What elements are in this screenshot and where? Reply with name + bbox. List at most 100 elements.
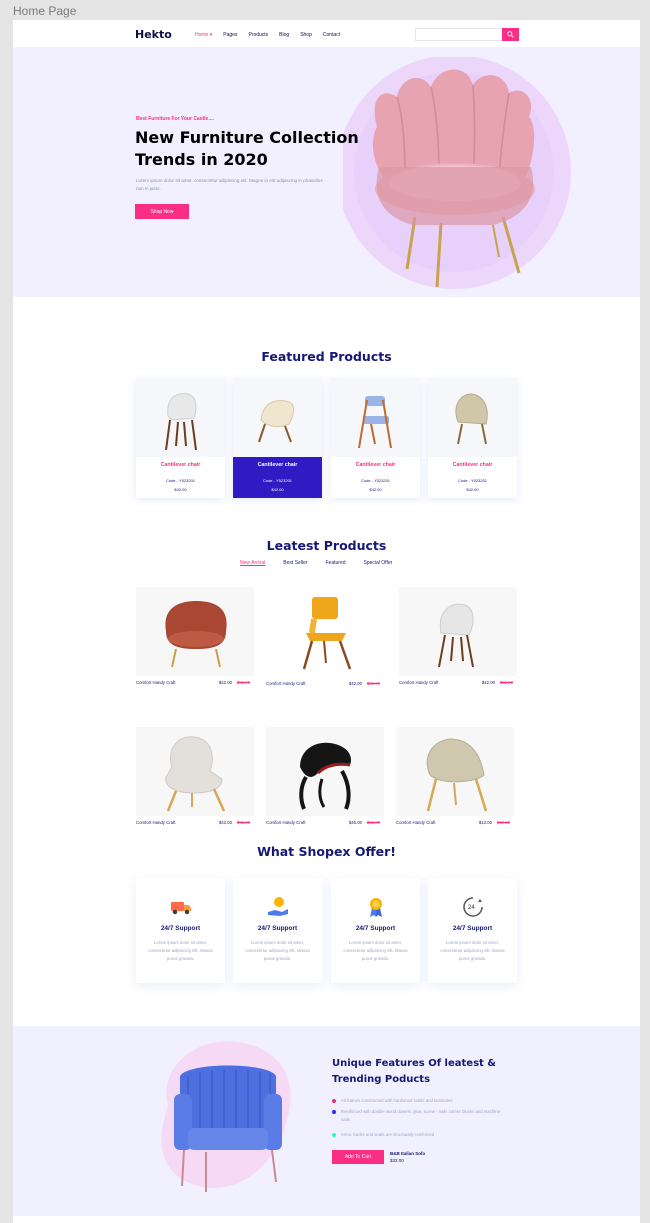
nav-products[interactable]: Products	[248, 32, 268, 38]
search-input[interactable]	[415, 28, 503, 41]
product-image	[266, 727, 384, 816]
tab-featured[interactable]: Featured	[325, 560, 345, 566]
product-old-price: $65.00	[236, 820, 250, 825]
latest-heading: Leatest Products	[266, 538, 387, 553]
product-price: $42.00	[271, 487, 284, 492]
search-icon	[507, 31, 514, 38]
bullet-dot	[332, 1133, 336, 1137]
product-price: $42.00	[466, 487, 479, 492]
product-price: $13.00	[478, 820, 492, 825]
unique-features-section: Unique Features Of leatest & Trending Po…	[13, 1026, 640, 1216]
product-image	[136, 587, 254, 676]
product-old-price: $65.00	[366, 820, 380, 825]
offer-heading: What Shopex Offer!	[257, 844, 396, 859]
featured-card[interactable]: Cantilever chair Code - Y523201 $42.00	[331, 378, 420, 498]
product-image	[428, 378, 517, 457]
product-code: Code - Y523201	[262, 478, 293, 483]
product-old-price: $40.00	[496, 820, 510, 825]
product-code: Code - Y523201	[457, 478, 488, 483]
offer-title: 24/7 Support	[452, 925, 493, 932]
hero-banner: Best Furniture For Your Castle.... New F…	[13, 47, 640, 297]
feature-item: Arms, backs and seats are structurally r…	[332, 1131, 502, 1139]
offer-title: 24/7 Support	[257, 925, 298, 932]
product-price: $42.00	[348, 681, 362, 686]
frame-title: Home Page	[13, 4, 77, 18]
product-image	[331, 378, 420, 457]
tab-new-arrival[interactable]: New Arrival	[240, 560, 265, 566]
latest-product-card[interactable]: Comfort Handy Craft $42.00 $65.00	[136, 727, 254, 827]
hero-title: New Furniture Collection Trends in 2020	[135, 128, 359, 169]
product-price: $42.00	[218, 680, 232, 685]
offer-text: Lorem ipsum dolor sit amet, consectetur …	[148, 940, 213, 961]
product-name[interactable]: Comfort Handy Craft	[266, 820, 305, 825]
search-button[interactable]	[502, 28, 519, 41]
cashback-hand-icon	[268, 897, 288, 916]
product-name[interactable]: Cantilever chair	[428, 462, 517, 468]
feature-item: All frames constructed with hardwood sol…	[332, 1097, 502, 1105]
featured-product-price: $32.00	[390, 1158, 404, 1163]
offer-card: 24/7 Support Lorem ipsum dolor sit amet,…	[331, 878, 420, 983]
offer-text: Lorem ipsum dolor sit amet, consectetur …	[440, 940, 505, 961]
offer-card: 24 24/7 Support Lorem ipsum dolor sit am…	[428, 878, 517, 983]
logo[interactable]: Hekto	[135, 28, 172, 41]
bullet-dot	[332, 1110, 336, 1114]
shop-now-button[interactable]: Shop Now	[135, 204, 189, 219]
premium-quality-badge-icon	[370, 898, 382, 917]
nav-contact[interactable]: Contact	[323, 32, 340, 38]
home-page: Hekto Home ▾ Pages Products Blog Shop Co…	[13, 20, 640, 1223]
product-image	[396, 727, 514, 816]
latest-product-card[interactable]: Comfort Handy Craft $42.00 $65.00	[266, 587, 384, 687]
product-old-price: $65.00	[236, 680, 250, 685]
product-name[interactable]: Comfort Handy Craft	[266, 681, 305, 686]
nav-pages[interactable]: Pages	[223, 32, 237, 38]
offer-card: 24/7 Support Lorem ipsum dolor sit amet,…	[233, 878, 322, 983]
featured-heading: Featured Products	[261, 349, 392, 364]
product-name[interactable]: Comfort Handy Craft	[136, 680, 175, 685]
product-image	[266, 587, 384, 676]
product-code: Code - Y523201	[165, 478, 196, 483]
nav-blog[interactable]: Blog	[279, 32, 289, 38]
hero-tagline: Best Furniture For Your Castle....	[136, 116, 214, 122]
product-name[interactable]: Cantilever chair	[331, 462, 420, 468]
feature-item: Reinforced with double wood dowels, glue…	[332, 1108, 502, 1124]
latest-tabs: New Arrival Best Seller Featured Special…	[240, 560, 392, 566]
tab-special-offer[interactable]: Special Offer	[364, 560, 393, 566]
hero-chair-image	[343, 57, 571, 289]
offer-title: 24/7 Support	[160, 925, 201, 932]
product-price: $45.00	[348, 820, 362, 825]
product-name[interactable]: Cantilever chair	[233, 462, 322, 468]
product-name[interactable]: Comfort Handy Craft	[399, 680, 438, 685]
latest-product-card[interactable]: Comfort Handy Craft $42.00 $65.00	[399, 587, 517, 687]
latest-product-card[interactable]: Comfort Handy Craft $13.00 $40.00	[396, 727, 514, 827]
offer-text: Lorem ipsum dolor sit amet, consectetur …	[245, 940, 310, 961]
offer-card: 24/7 Support Lorem ipsum dolor sit amet,…	[136, 878, 225, 983]
featured-card[interactable]: Cantilever chair Code - Y523201 $42.00	[233, 378, 322, 498]
offer-title: 24/7 Support	[355, 925, 396, 932]
product-name[interactable]: Comfort Handy Craft	[396, 820, 435, 825]
product-price: $42.00	[174, 487, 187, 492]
latest-product-card[interactable]: Comfort Handy Craft $45.00 $65.00	[266, 727, 384, 827]
product-price: $42.00	[369, 487, 382, 492]
nav-shop[interactable]: Shop	[300, 32, 312, 38]
tab-best-seller[interactable]: Best Seller	[283, 560, 307, 566]
unique-features-title: Unique Features Of leatest & Trending Po…	[332, 1058, 496, 1085]
product-old-price: $65.00	[499, 680, 513, 685]
nav-home[interactable]: Home ▾	[195, 32, 212, 38]
product-image	[136, 727, 254, 816]
bullet-dot	[332, 1099, 336, 1103]
add-to-cart-button[interactable]: Add To Cart	[332, 1150, 384, 1164]
hero-description: Lorem ipsum dolor sit amet, consectetur …	[136, 178, 323, 191]
support-24-7-icon: 24	[463, 897, 483, 917]
product-name[interactable]: Cantilever chair	[136, 462, 225, 468]
sofa-chair-image	[161, 1041, 291, 1192]
product-old-price: $65.00	[366, 681, 380, 686]
main-nav: Home ▾ Pages Products Blog Shop Contact	[195, 32, 340, 38]
featured-card[interactable]: Cantilever chair Code - Y523201 $42.00	[136, 378, 225, 498]
latest-product-card[interactable]: Comfort Handy Craft $42.00 $65.00	[136, 587, 254, 687]
product-name[interactable]: Comfort Handy Craft	[136, 820, 175, 825]
product-price: $42.00	[481, 680, 495, 685]
featured-card[interactable]: Cantilever chair Code - Y523201 $42.00	[428, 378, 517, 498]
offer-text: Lorem ipsum dolor sit amet, consectetur …	[343, 940, 408, 961]
product-price: $42.00	[218, 820, 232, 825]
featured-product-name: B&B Italian Sofa	[390, 1151, 426, 1156]
